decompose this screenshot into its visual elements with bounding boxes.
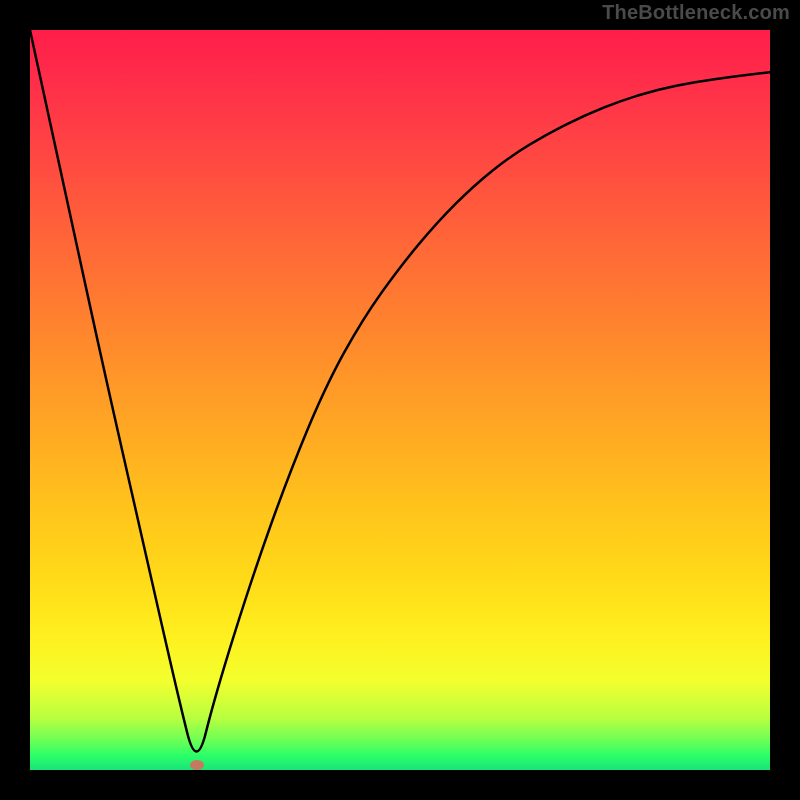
curve-svg [30,30,770,770]
optimal-point-marker [190,760,204,770]
plot-area [30,30,770,770]
bottleneck-curve [30,30,770,752]
watermark-text: TheBottleneck.com [602,2,790,25]
chart-frame: TheBottleneck.com [0,0,800,800]
